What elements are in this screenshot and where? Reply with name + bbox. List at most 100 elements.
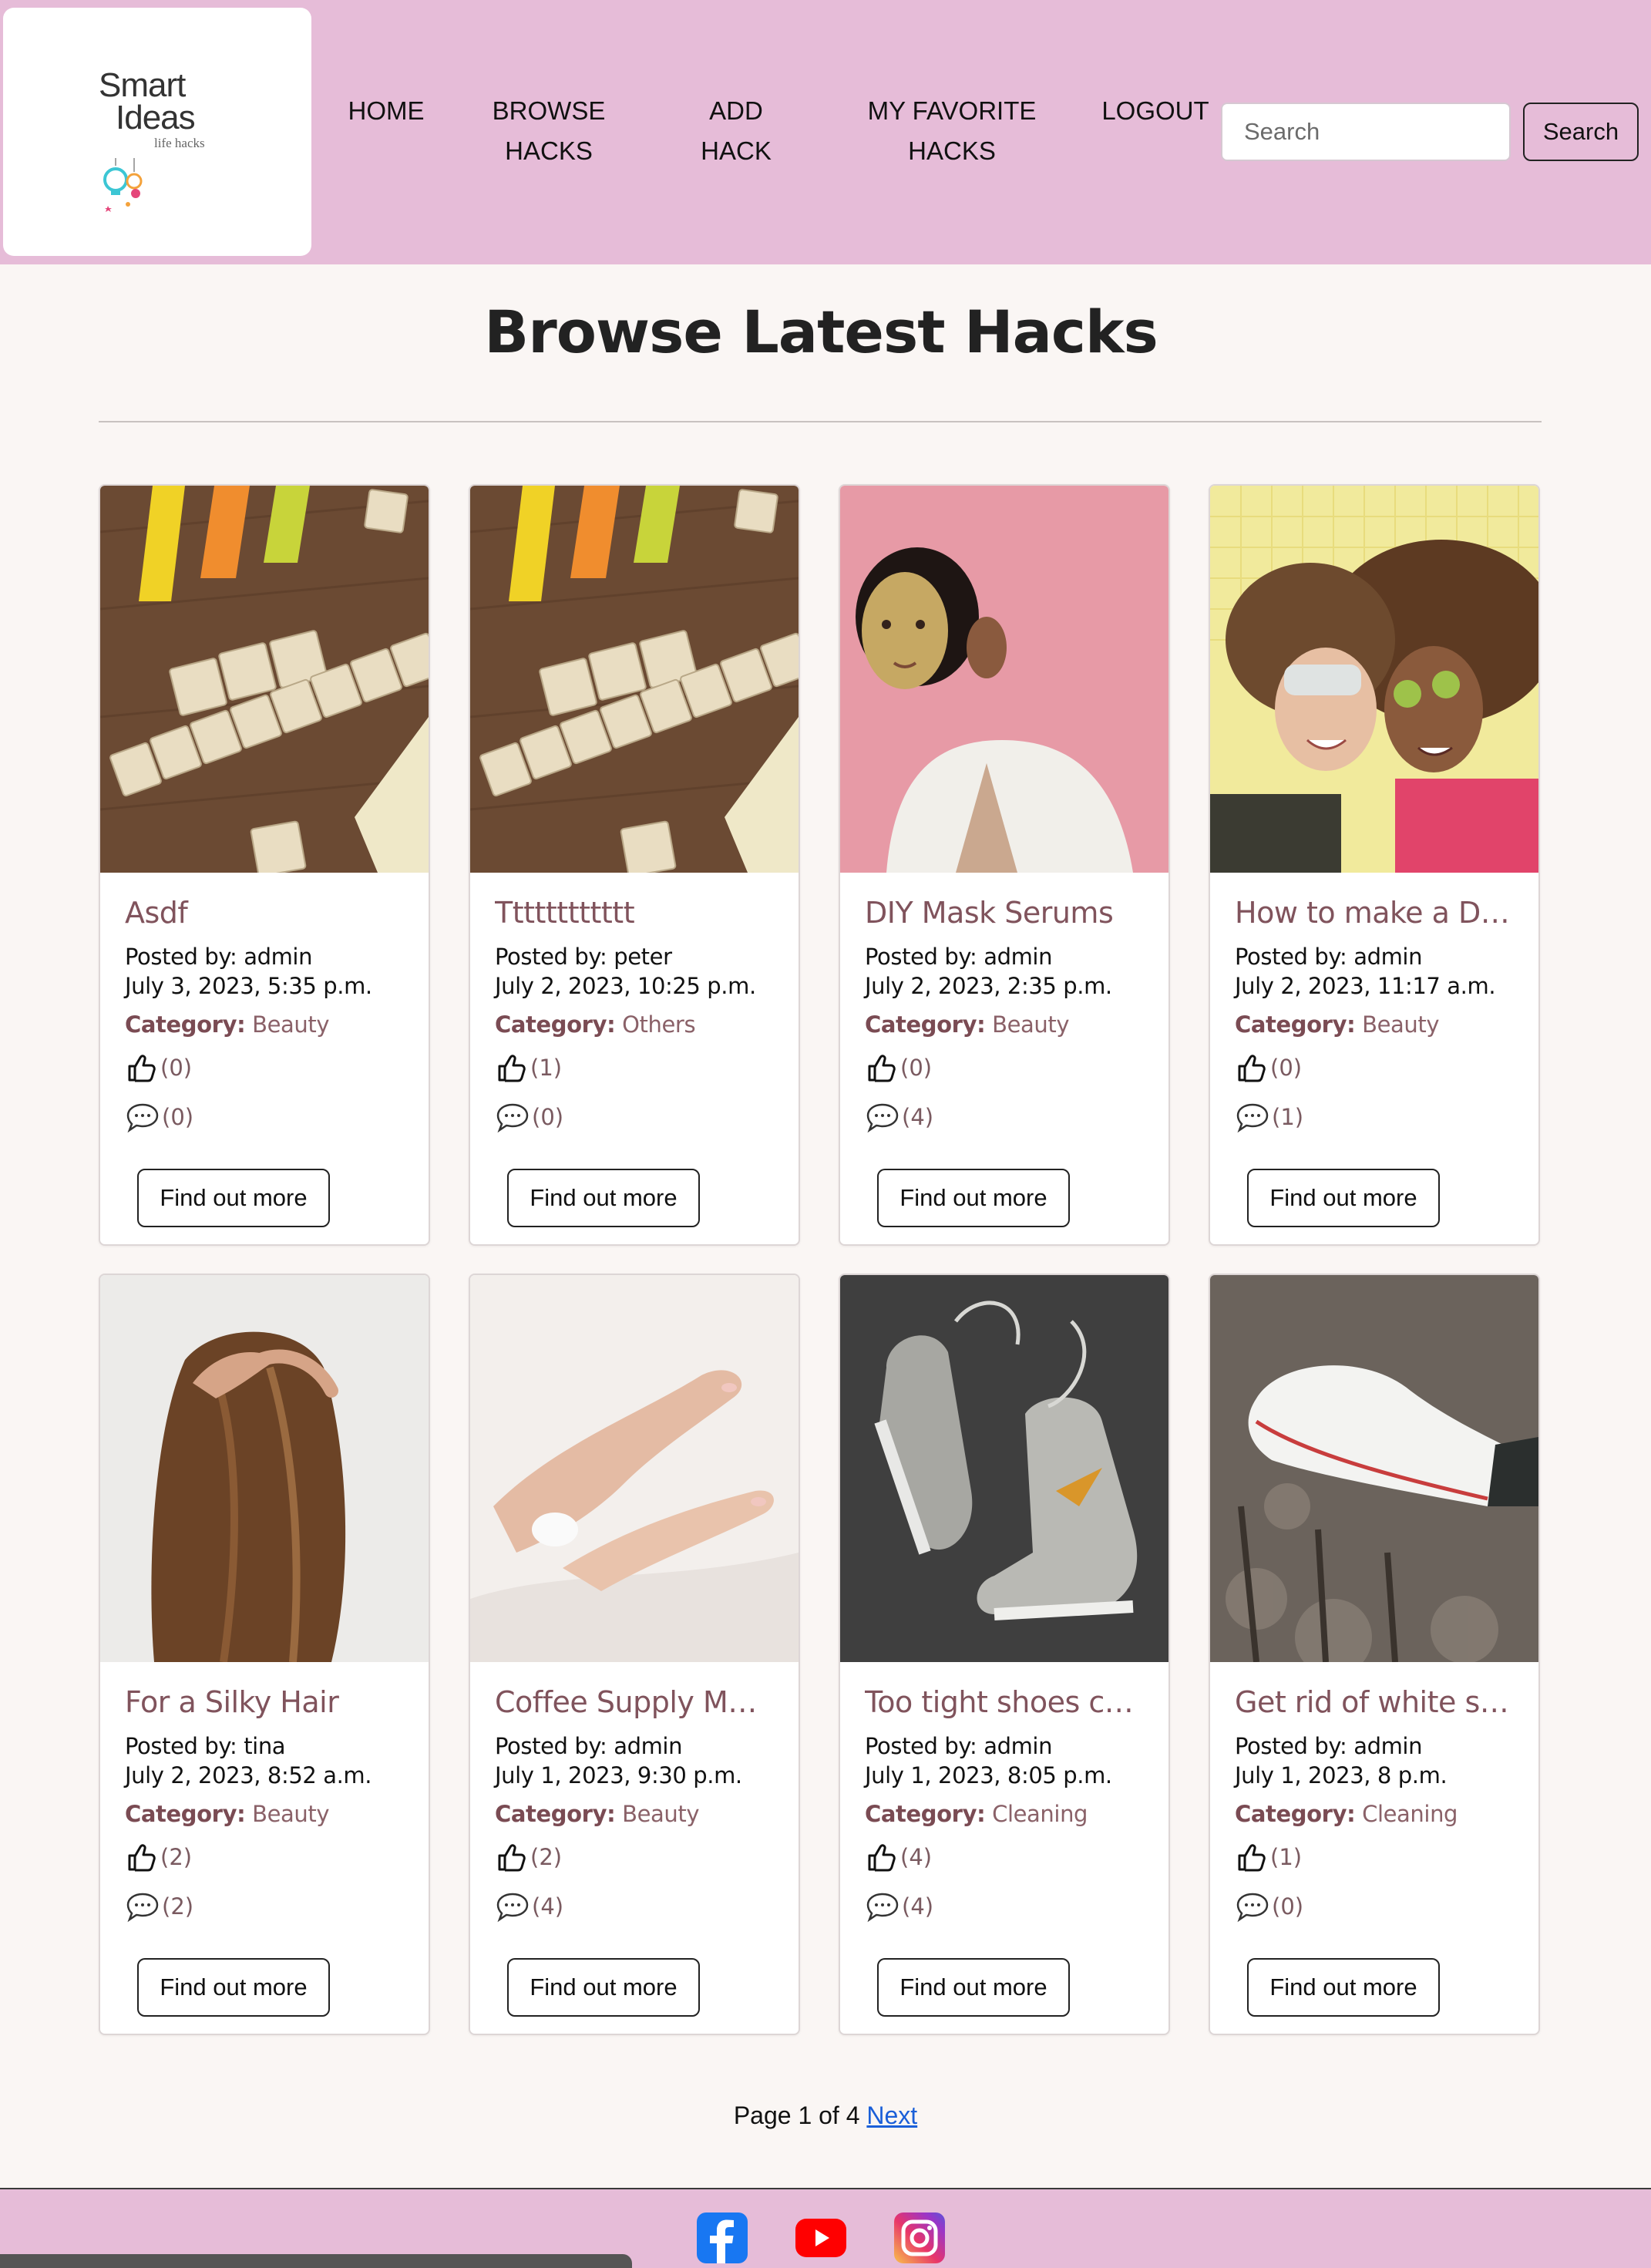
comment-icon [866,1893,899,1923]
nav-home[interactable]: HOME [339,91,433,131]
hack-card: Asdf Posted by: admin July 3, 2023, 5:35… [99,484,430,1246]
hack-meta: Posted by: peter July 2, 2023, 10:25 p.m… [495,942,774,1001]
hack-author: admin [1353,944,1423,970]
hack-meta: Posted by: admin July 2, 2023, 2:35 p.m. [865,942,1144,1001]
search-button[interactable]: Search [1523,103,1639,161]
hack-title[interactable]: Too tight shoes cau… [865,1682,1144,1722]
hack-card: Too tight shoes cau… Posted by: admin Ju… [839,1274,1170,2035]
white-sneaker-image[interactable] [1210,1275,1538,1662]
likes[interactable]: (1) [495,1048,774,1087]
card-body: Too tight shoes cau… Posted by: admin Ju… [840,1662,1168,1926]
hack-title[interactable]: Get rid of white sn… [1235,1682,1514,1722]
hack-title[interactable]: Tttttttttttt [495,893,774,933]
card-body: DIY Mask Serums Posted by: admin July 2,… [840,873,1168,1136]
page-title: Browse Latest Hacks [484,298,1158,366]
long-hair-image[interactable] [100,1275,429,1662]
nav-logout[interactable]: LOGOUT [1095,91,1216,131]
woman-face-mask-image[interactable] [840,486,1168,873]
posted-by-label: Posted by: [865,944,984,970]
comments[interactable]: (4) [865,1098,1144,1136]
likes[interactable]: (2) [125,1838,404,1876]
life-hacking-scrabble-image[interactable] [100,486,429,873]
youtube-icon[interactable] [795,2212,846,2263]
comments[interactable]: (0) [125,1098,404,1136]
sneakers-image[interactable] [840,1275,1168,1662]
category-label: Category: [495,1011,616,1038]
hack-title[interactable]: Asdf [125,893,404,933]
posted-by-label: Posted by: [125,1733,244,1759]
card-body: Asdf Posted by: admin July 3, 2023, 5:35… [100,873,429,1136]
find-out-more-button[interactable]: Find out more [507,1169,700,1227]
category-value: Cleaning [1362,1801,1458,1827]
find-out-more-button[interactable]: Find out more [877,1958,1070,2017]
thumbs-up-icon[interactable] [495,1051,529,1085]
hack-title[interactable]: How to make a DIY… [1235,893,1514,933]
card-body: Coffee Supply Man… Posted by: admin July… [470,1662,799,1926]
hack-date: July 2, 2023, 10:25 p.m. [495,973,756,999]
category-value: Beauty [252,1011,330,1038]
likes[interactable]: (0) [865,1048,1144,1087]
comments[interactable]: (2) [125,1887,404,1926]
nav-add-hack[interactable]: ADD HACK [678,91,794,171]
hack-date: July 1, 2023, 8 p.m. [1235,1762,1448,1788]
search-input[interactable] [1221,103,1511,161]
likes-count: (0) [1270,1055,1303,1081]
navbar: Smart Ideas life hacks HOME BROWSE HACKS… [0,0,1651,264]
posted-by-label: Posted by: [495,944,614,970]
comments[interactable]: (0) [1235,1887,1514,1926]
category-label: Category: [1235,1011,1356,1038]
find-out-more-button[interactable]: Find out more [877,1169,1070,1227]
thumbs-up-icon[interactable] [865,1840,899,1874]
find-out-more-button[interactable]: Find out more [137,1958,330,2017]
thumbs-up-icon[interactable] [125,1840,159,1874]
facebook-icon[interactable] [697,2212,748,2263]
comments[interactable]: (4) [495,1887,774,1926]
likes[interactable]: (1) [1235,1838,1514,1876]
posted-by-label: Posted by: [125,944,244,970]
hack-card: DIY Mask Serums Posted by: admin July 2,… [839,484,1170,1246]
comments[interactable]: (0) [495,1098,774,1136]
women-eye-masks-image[interactable] [1210,486,1538,873]
find-out-more-button[interactable]: Find out more [507,1958,700,2017]
thumbs-up-icon[interactable] [865,1051,899,1085]
comment-icon [496,1103,529,1133]
thumbs-up-icon[interactable] [125,1051,159,1085]
likes-count: (4) [900,1844,933,1870]
thumbs-up-icon[interactable] [495,1840,529,1874]
comments-count: (2) [162,1893,194,1920]
hack-title[interactable]: For a Silky Hair [125,1682,404,1722]
category-value: Beauty [622,1801,700,1827]
comment-icon [496,1893,529,1923]
find-out-more-button[interactable]: Find out more [137,1169,330,1227]
hack-category: Category: Beauty [495,1801,774,1827]
likes-count: (0) [160,1055,193,1081]
hack-category: Category: Beauty [125,1801,404,1827]
hack-card: For a Silky Hair Posted by: tina July 2,… [99,1274,430,2035]
find-out-more-button[interactable]: Find out more [1247,1169,1440,1227]
find-out-more-button[interactable]: Find out more [1247,1958,1440,2017]
life-hacking-scrabble-image[interactable] [470,486,799,873]
nav-browse-hacks[interactable]: BROWSE HACKS [479,91,618,171]
likes[interactable]: (4) [865,1838,1144,1876]
site-logo[interactable]: Smart Ideas life hacks [3,8,311,256]
comment-icon [126,1103,159,1133]
likes[interactable]: (0) [1235,1048,1514,1087]
hack-title[interactable]: Coffee Supply Man… [495,1682,774,1722]
hack-date: July 2, 2023, 8:52 a.m. [125,1762,372,1788]
hack-date: July 3, 2023, 5:35 p.m. [125,973,372,999]
likes[interactable]: (2) [495,1838,774,1876]
hands-nails-image[interactable] [470,1275,799,1662]
hack-card: How to make a DIY… Posted by: admin July… [1209,484,1540,1246]
thumbs-up-icon[interactable] [1235,1051,1269,1085]
thumbs-up-icon[interactable] [1235,1840,1269,1874]
instagram-icon[interactable] [894,2212,945,2263]
pagination: Page 1 of 4 Next [0,2101,1651,2130]
likes[interactable]: (0) [125,1048,404,1087]
hack-meta: Posted by: admin July 2, 2023, 11:17 a.m… [1235,942,1514,1001]
hack-title[interactable]: DIY Mask Serums [865,893,1144,933]
comments[interactable]: (1) [1235,1098,1514,1136]
nav-my-favorite-hacks[interactable]: MY FAVORITE HACKS [846,91,1058,171]
next-page-link[interactable]: Next [866,2101,917,2129]
comments[interactable]: (4) [865,1887,1144,1926]
hack-category: Category: Beauty [125,1011,404,1038]
